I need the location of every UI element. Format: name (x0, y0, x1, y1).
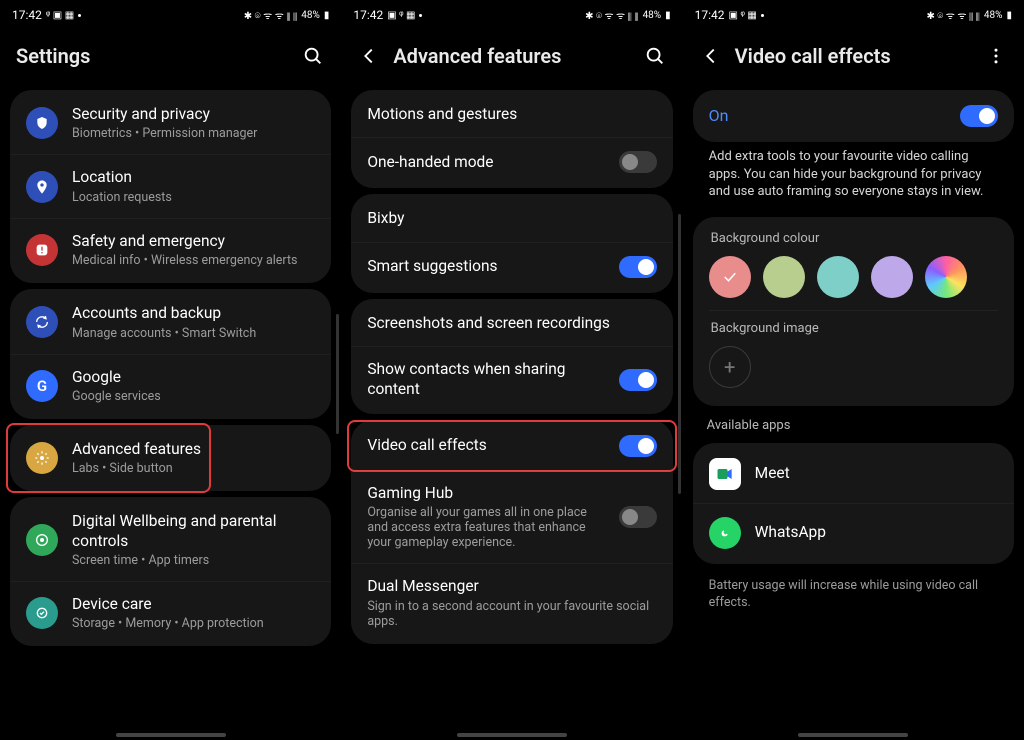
whatsapp-icon (716, 524, 734, 542)
app-whatsapp[interactable]: WhatsApp (693, 503, 1014, 562)
meet-icon (715, 464, 735, 484)
item-gaming-hub[interactable]: Gaming HubOrganise all your games all in… (351, 470, 672, 563)
more-icon[interactable] (984, 44, 1008, 68)
page-title: Settings (16, 44, 289, 68)
item-one-handed-mode[interactable]: One-handed mode (351, 137, 672, 186)
master-toggle-row[interactable]: On (693, 90, 1014, 142)
bg-colour-label: Background colour (693, 225, 1014, 250)
page-title: Advanced features (393, 44, 630, 68)
swatch-rainbow[interactable] (925, 256, 967, 298)
settings-group-accounts: Accounts and backupManage accounts • Sma… (10, 289, 331, 419)
item-smart-suggestions[interactable]: Smart suggestions (351, 242, 672, 291)
search-icon[interactable] (301, 44, 325, 68)
gear-icon (34, 450, 50, 466)
check-icon (721, 268, 739, 286)
battery-note: Battery usage will increase while using … (691, 570, 1016, 620)
item-safety-emergency[interactable]: Safety and emergencyMedical info • Wirel… (10, 218, 331, 281)
item-video-call-effects[interactable]: Video call effects (351, 422, 672, 470)
add-bg-image[interactable]: + (709, 346, 751, 388)
feature-description: Add extra tools to your favourite video … (691, 148, 1016, 211)
toggle-gaming-hub[interactable] (619, 506, 657, 528)
swatch-pink[interactable] (709, 256, 751, 298)
wellbeing-icon (34, 532, 50, 548)
page-title: Video call effects (735, 44, 972, 68)
background-section: Background colour Background image + (693, 217, 1014, 406)
available-apps-label: Available apps (691, 412, 1016, 437)
toggle-show-contacts[interactable] (619, 369, 657, 391)
item-location[interactable]: LocationLocation requests (10, 154, 331, 217)
status-bar: 17:42▣ ᵠ ▦ ✱ ⌾ ᯤ ᯤ ⫴ ⫴48%▮ (341, 0, 682, 30)
google-icon: G (26, 370, 58, 402)
home-indicator[interactable] (116, 733, 226, 737)
back-icon[interactable] (699, 44, 723, 68)
item-device-care[interactable]: Device careStorage • Memory • App protec… (10, 581, 331, 644)
device-icon (34, 605, 50, 621)
swatch-teal[interactable] (817, 256, 859, 298)
screen-settings: 17:42ᵠ ▣ ▦ ✱ ⌾ ᯤ ᯤ ⫴ ⫴48%▮ Settings Secu… (0, 0, 341, 740)
status-bar: 17:42▣ ᵠ ▦ ✱ ⌾ ᯤ ᯤ ⫴ ⫴48%▮ (683, 0, 1024, 30)
settings-group-security: Security and privacyBiometrics • Permiss… (10, 90, 331, 283)
item-google[interactable]: G GoogleGoogle services (10, 354, 331, 417)
back-icon[interactable] (357, 44, 381, 68)
item-digital-wellbeing[interactable]: Digital Wellbeing and parental controlsS… (10, 499, 331, 581)
item-bixby[interactable]: Bixby (351, 196, 672, 241)
status-time: 17:42 (12, 8, 42, 22)
home-indicator[interactable] (457, 733, 567, 737)
toggle-one-handed[interactable] (619, 151, 657, 173)
status-battery: 48% (301, 10, 320, 21)
swatch-green[interactable] (763, 256, 805, 298)
shield-icon (34, 115, 50, 131)
item-advanced-features[interactable]: Advanced featuresLabs • Side button (10, 427, 331, 489)
app-meet[interactable]: Meet (693, 445, 1014, 503)
item-security-privacy[interactable]: Security and privacyBiometrics • Permiss… (10, 92, 331, 154)
item-accounts-backup[interactable]: Accounts and backupManage accounts • Sma… (10, 291, 331, 353)
toggle-video-call-effects[interactable] (619, 435, 657, 457)
pin-icon (34, 179, 50, 195)
swatch-lilac[interactable] (871, 256, 913, 298)
search-icon[interactable] (643, 44, 667, 68)
screen-advanced-features: 17:42▣ ᵠ ▦ ✱ ⌾ ᯤ ᯤ ⫴ ⫴48%▮ Advanced feat… (341, 0, 682, 740)
sync-icon (34, 314, 50, 330)
status-bar: 17:42ᵠ ▣ ▦ ✱ ⌾ ᯤ ᯤ ⫴ ⫴48%▮ (0, 0, 341, 30)
alert-icon (34, 242, 50, 258)
available-apps-list: Meet WhatsApp (693, 443, 1014, 564)
toggle-video-effects-master[interactable] (960, 105, 998, 127)
item-dual-messenger[interactable]: Dual MessengerSign in to a second accoun… (351, 563, 672, 641)
item-screenshots[interactable]: Screenshots and screen recordings (351, 301, 672, 346)
item-motions-gestures[interactable]: Motions and gestures (351, 92, 672, 137)
bg-image-label: Background image (693, 315, 1014, 340)
screen-video-call-effects: 17:42▣ ᵠ ▦ ✱ ⌾ ᯤ ᯤ ⫴ ⫴48%▮ Video call ef… (683, 0, 1024, 740)
home-indicator[interactable] (798, 733, 908, 737)
settings-group-advanced: Advanced featuresLabs • Side button (10, 425, 331, 491)
toggle-smart-suggestions[interactable] (619, 256, 657, 278)
settings-group-wellbeing: Digital Wellbeing and parental controlsS… (10, 497, 331, 646)
item-show-contacts[interactable]: Show contacts when sharing content (351, 346, 672, 412)
